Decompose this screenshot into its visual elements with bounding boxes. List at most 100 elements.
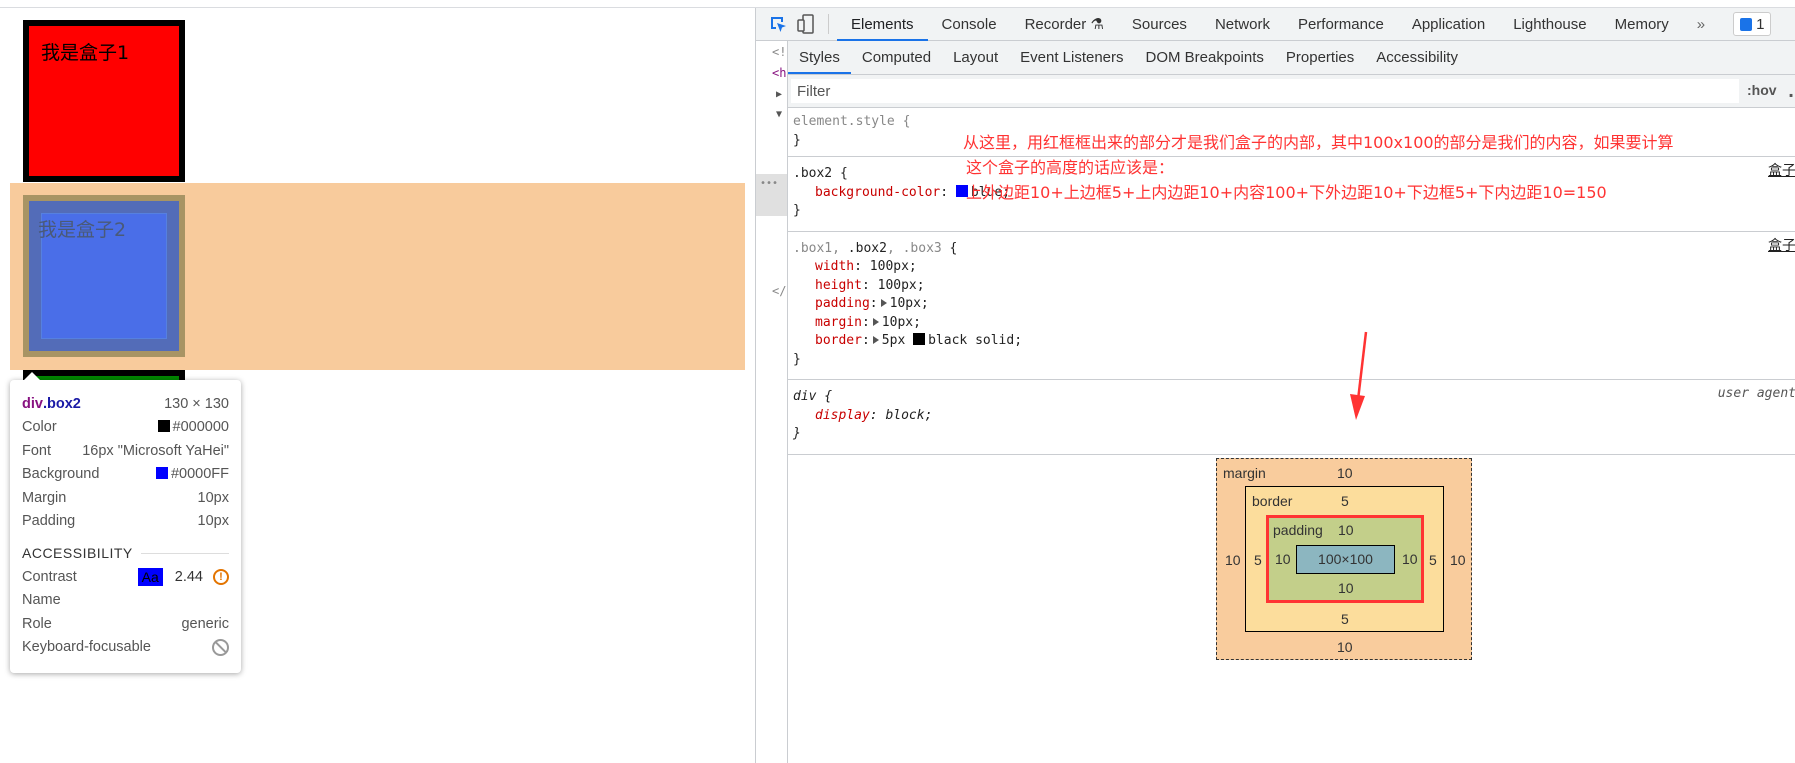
tab-recorder[interactable]: Recorder ⚗	[1011, 8, 1118, 41]
color-value: #000000	[172, 419, 229, 436]
subtab-accessibility[interactable]: Accessibility	[1365, 41, 1469, 74]
subtab-layout[interactable]: Layout	[942, 41, 1009, 74]
subtab-event-listeners[interactable]: Event Listeners	[1009, 41, 1134, 74]
box1-text: 我是盒子1	[41, 42, 130, 64]
tab-application[interactable]: Application	[1398, 8, 1499, 41]
expand-triangle-icon[interactable]	[872, 336, 879, 344]
border-right[interactable]: 5	[1429, 552, 1437, 568]
font-label: Font	[22, 442, 52, 459]
property-name[interactable]: margin	[815, 315, 862, 330]
property-name[interactable]: border	[815, 333, 862, 348]
margin-value: 10px	[197, 489, 229, 506]
subtab-computed[interactable]: Computed	[851, 41, 942, 74]
margin-right[interactable]: 10	[1450, 552, 1466, 568]
rule-source-link[interactable]: 盒子	[1768, 237, 1795, 256]
name-label: Name	[22, 592, 61, 609]
tree-node-doctype[interactable]: <!	[772, 45, 786, 59]
cls-toggle[interactable]: .	[1788, 82, 1794, 101]
tree-node-html[interactable]: <h	[772, 66, 786, 80]
tab-sources[interactable]: Sources	[1118, 8, 1201, 41]
box2: 我是盒子2	[23, 195, 185, 357]
selected-node-ellipsis[interactable]: •••	[756, 174, 787, 216]
property-value[interactable]: 5px	[882, 333, 905, 348]
collapse-triangle-icon[interactable]: ▼	[776, 109, 782, 120]
inspect-element-icon[interactable]	[764, 8, 792, 41]
border-left[interactable]: 5	[1254, 552, 1262, 568]
property-name[interactable]: height	[815, 278, 862, 293]
property-value[interactable]: 100px;	[878, 278, 925, 293]
rule-source-link[interactable]: 盒子	[1768, 162, 1795, 181]
property-value[interactable]: 10px;	[882, 315, 921, 330]
padding-label: padding	[1273, 522, 1323, 538]
tab-elements[interactable]: Elements	[837, 8, 928, 41]
issues-button[interactable]: 1	[1733, 12, 1772, 36]
role-value: generic	[181, 615, 229, 632]
tab-network[interactable]: Network	[1201, 8, 1284, 41]
margin-top[interactable]: 10	[1337, 465, 1353, 481]
box-model-diagram: margin 10 10 10 10 border 5 5 5 5 paddin…	[1216, 458, 1472, 660]
box1: 我是盒子1	[23, 20, 185, 182]
tab-lighthouse[interactable]: Lighthouse	[1499, 8, 1600, 41]
filter-row: :hov .	[788, 75, 1795, 108]
message-icon	[1740, 17, 1753, 31]
border-top[interactable]: 5	[1341, 493, 1349, 509]
expand-triangle-icon[interactable]: ▶	[776, 89, 782, 100]
rule-close: }	[793, 351, 801, 367]
role-label: Role	[22, 615, 52, 632]
contrast-sample: Aa	[137, 567, 163, 586]
warning-icon: !	[213, 568, 229, 585]
padding-left[interactable]: 10	[1275, 551, 1291, 567]
property-value: block;	[885, 407, 933, 423]
styles-subtabs: Styles Computed Layout Event Listeners D…	[788, 41, 1795, 75]
tooltip-size: 130 × 130	[164, 395, 229, 412]
subtab-properties[interactable]: Properties	[1275, 41, 1365, 74]
accessibility-heading: ACCESSIBILITY	[22, 541, 229, 565]
padding-top[interactable]: 10	[1338, 522, 1354, 538]
expand-triangle-icon[interactable]	[880, 299, 887, 307]
device-toolbar-icon[interactable]	[792, 8, 820, 41]
color-label: Color	[22, 419, 57, 436]
rule-selector: element.style {	[793, 114, 911, 129]
annotation-line: 从这里，用红框框出来的部分才是我们盒子的内部，其中100x100的部分是我们的内…	[963, 133, 1674, 152]
padding-bottom[interactable]: 10	[1338, 580, 1354, 596]
more-tabs-button[interactable]: »	[1683, 8, 1719, 41]
rule-div-user-agent[interactable]: div { display: block; } user agent	[788, 380, 1795, 455]
property-name[interactable]: background-color	[815, 185, 940, 200]
property-name[interactable]: padding	[815, 296, 870, 311]
color-swatch	[157, 420, 170, 433]
margin-label: margin	[1223, 465, 1266, 481]
annotation-line: 上外边距10+上边框5+上内边距10+内容100+下外边距10+下边框5+下内边…	[966, 183, 1607, 202]
not-allowed-icon	[212, 638, 229, 656]
annotation-arrow-icon	[1350, 331, 1368, 420]
property-value[interactable]: 10px;	[890, 296, 929, 311]
rule-box-group[interactable]: .box1, .box2, .box3 { width: 100px; heig…	[788, 232, 1795, 380]
background-value: #0000FF	[170, 466, 229, 483]
hov-toggle[interactable]: :hov	[1747, 82, 1777, 98]
property-name[interactable]: width	[815, 259, 854, 274]
expand-triangle-icon[interactable]	[872, 317, 879, 326]
margin-left[interactable]: 10	[1225, 552, 1241, 568]
property-name: display	[815, 407, 870, 423]
box2-text: 我是盒子2	[38, 219, 127, 241]
box-model-border: border 5 5 5 5 padding 10 10 10 10 100×1…	[1245, 486, 1444, 632]
rule-selector: div {	[793, 389, 833, 404]
inspect-tooltip: div.box2 130 × 130 Color #000000 Font 16px …	[10, 372, 241, 673]
padding-right[interactable]: 10	[1402, 551, 1418, 567]
styles-filter-input[interactable]	[791, 79, 1739, 103]
subtab-styles[interactable]: Styles	[788, 41, 851, 74]
tooltip-element: div.box2	[22, 395, 81, 412]
devtools-panel: Elements Console Recorder ⚗ Sources Netw…	[755, 8, 1795, 763]
subtab-dom-breakpoints[interactable]: DOM Breakpoints	[1135, 41, 1275, 74]
margin-bottom[interactable]: 10	[1337, 639, 1353, 655]
padding-value: 10px	[197, 513, 229, 530]
border-bottom[interactable]: 5	[1341, 611, 1349, 627]
tree-node-close[interactable]: </	[772, 284, 786, 298]
property-value[interactable]: black solid;	[928, 333, 1022, 348]
tab-performance[interactable]: Performance	[1284, 8, 1398, 41]
tab-console[interactable]: Console	[928, 8, 1011, 41]
property-value[interactable]: 100px;	[870, 259, 917, 274]
toolbar-divider	[828, 14, 829, 34]
box-model-content[interactable]: 100×100	[1296, 545, 1395, 574]
tab-memory[interactable]: Memory	[1601, 8, 1683, 41]
color-swatch[interactable]	[913, 333, 926, 345]
